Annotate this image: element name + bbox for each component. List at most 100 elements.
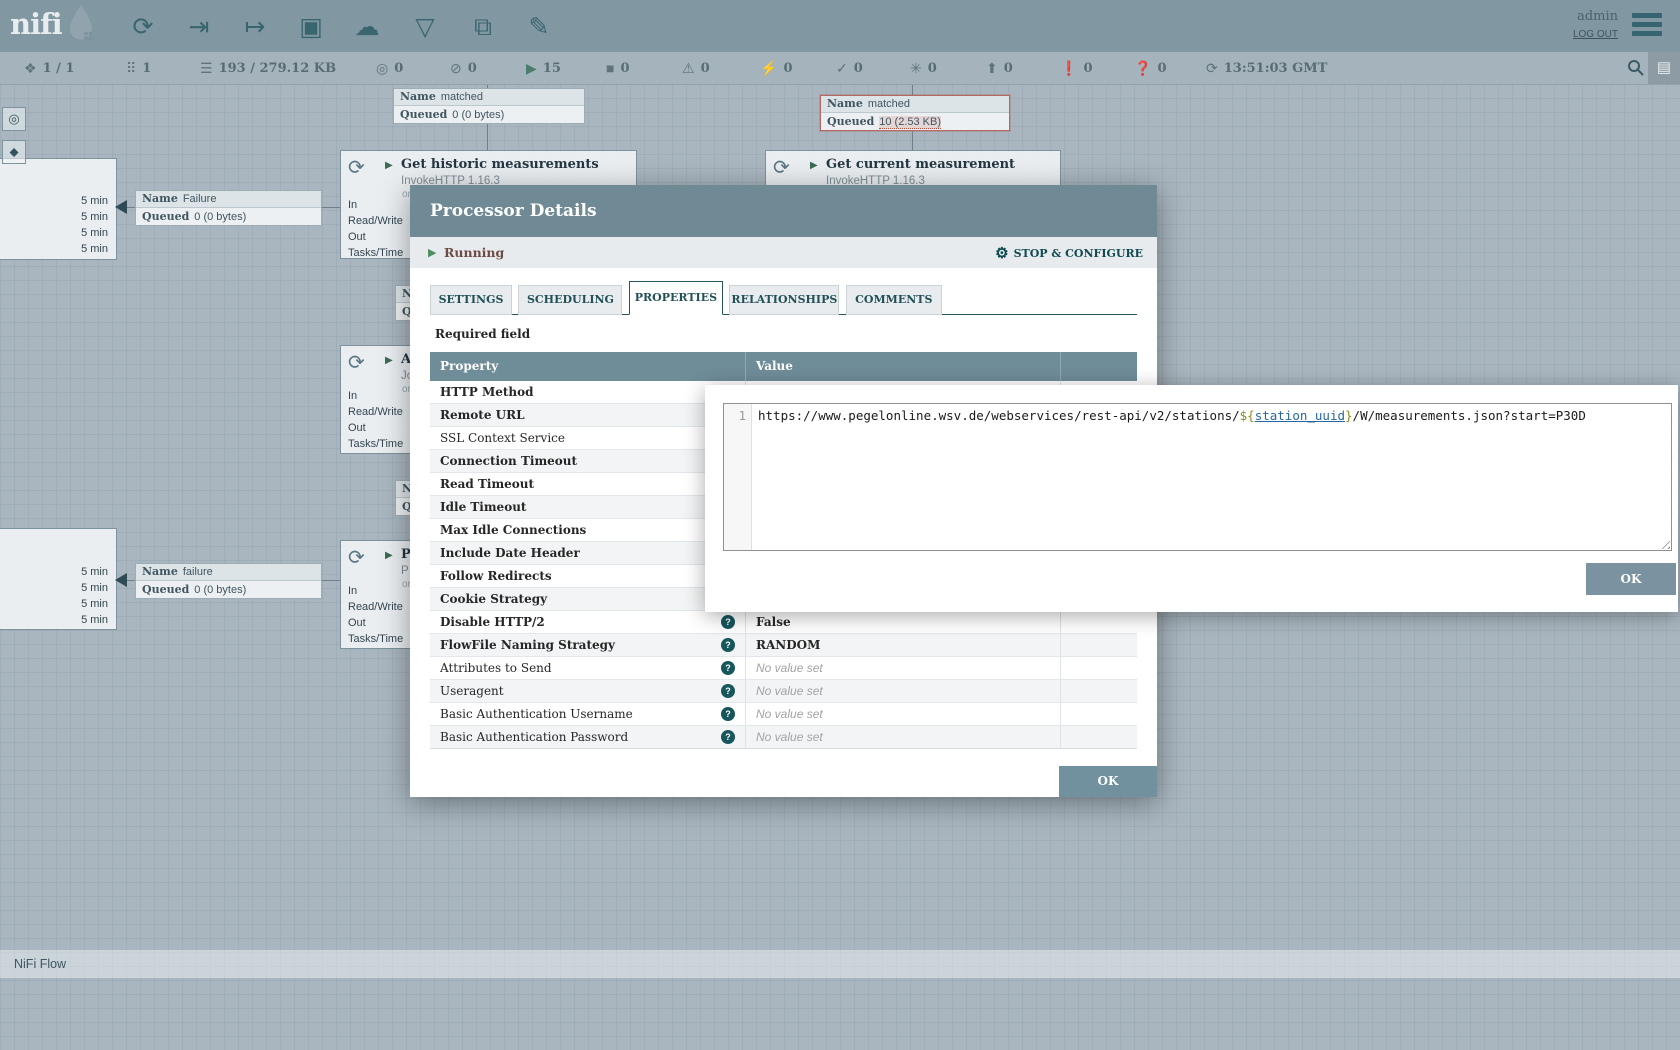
- table-row[interactable]: Attributes to Send? No value set: [430, 657, 1137, 680]
- connection-queued-row: Queued0 (0 bytes): [394, 106, 584, 123]
- cluster-icon: ❖: [24, 60, 37, 77]
- table-row[interactable]: Disable HTTP/2? False: [430, 611, 1137, 634]
- running-icon: ▶: [526, 60, 537, 77]
- connection-queued-row: Queued0 (0 bytes): [136, 581, 321, 598]
- property-name: Basic Authentication Password: [440, 730, 628, 744]
- connection-name-value: matched: [441, 91, 483, 103]
- output-port-tool-icon[interactable]: ↦: [238, 10, 272, 44]
- running-indicator-icon: ▶: [810, 160, 818, 171]
- tab-settings[interactable]: SETTINGS: [430, 285, 512, 315]
- property-value-cell[interactable]: No value set: [745, 680, 1060, 702]
- el-variable-token: station_uuid: [1255, 408, 1345, 423]
- processor-offscreen-bottom[interactable]: 5 min 5 min 5 min 5 min: [0, 528, 117, 630]
- help-icon[interactable]: ?: [721, 638, 735, 652]
- property-name: Attributes to Send: [440, 661, 552, 675]
- processor-tool-icon[interactable]: ⟳: [126, 10, 160, 44]
- property-value: False: [756, 615, 791, 629]
- tab-relationships[interactable]: RELATIONSHIPS: [729, 285, 839, 315]
- search-icon[interactable]: [1627, 59, 1644, 76]
- row-actions-cell: [1060, 657, 1137, 679]
- processor-stat: 5 min: [81, 243, 108, 255]
- processor-offscreen-top[interactable]: 5 min 5 min 5 min 5 min: [0, 158, 117, 260]
- dialog-tabs: SETTINGS SCHEDULING PROPERTIES RELATIONS…: [430, 281, 1137, 315]
- processor-stat: Tasks/Time: [348, 247, 403, 259]
- editor-code-line[interactable]: https://www.pegelonline.wsv.de/webservic…: [758, 408, 1657, 423]
- connection-queued-value: 0 (0 bytes): [194, 211, 246, 223]
- property-value-cell[interactable]: No value set: [745, 703, 1060, 725]
- property-name: Basic Authentication Username: [440, 707, 633, 721]
- breadcrumb[interactable]: NiFi Flow: [14, 950, 66, 978]
- property-name: Remote URL: [440, 408, 525, 422]
- table-row[interactable]: Useragent? No value set: [430, 680, 1137, 703]
- remote-process-group-tool-icon[interactable]: ☁: [350, 10, 384, 44]
- connection-queued-value: 0 (0 bytes): [194, 584, 246, 596]
- process-group-tool-icon[interactable]: ▣: [294, 10, 328, 44]
- template-tool-icon[interactable]: ⧉: [466, 10, 500, 44]
- property-value-cell[interactable]: No value set: [745, 657, 1060, 679]
- property-value-cell[interactable]: False: [745, 611, 1060, 633]
- tab-scheduling[interactable]: SCHEDULING: [518, 285, 622, 315]
- property-value-cell[interactable]: No value set: [745, 726, 1060, 748]
- connection-queued-row: Queued10 (2.53 KB): [821, 113, 1009, 130]
- connection-label-failure-bottom[interactable]: Namefailure Queued0 (0 bytes): [135, 563, 322, 599]
- running-indicator-icon: ▶: [385, 355, 393, 366]
- global-menu-icon[interactable]: [1632, 13, 1662, 39]
- processor-stat: 5 min: [81, 195, 108, 207]
- editor-line-number: 1: [724, 404, 752, 550]
- breadcrumb-bar: NiFi Flow: [0, 950, 1680, 978]
- property-value: No value set: [756, 730, 823, 744]
- help-icon[interactable]: ?: [721, 707, 735, 721]
- editor-resize-handle[interactable]: [1658, 537, 1670, 549]
- table-row[interactable]: FlowFile Naming Strategy? RANDOM: [430, 634, 1137, 657]
- refresh-icon[interactable]: ⟳: [1206, 60, 1218, 77]
- help-icon[interactable]: ?: [721, 684, 735, 698]
- tab-properties[interactable]: PROPERTIES: [629, 281, 723, 315]
- canvas-edge-button-control[interactable]: ◎: [2, 107, 26, 131]
- connection-queued-value: 10 (2.53 KB): [879, 116, 941, 129]
- url-text: https://www.pegelonline.wsv.de/webservic…: [758, 408, 1240, 423]
- input-port-tool-icon[interactable]: ⇥: [182, 10, 216, 44]
- property-name: Read Timeout: [440, 477, 534, 491]
- label-tool-icon[interactable]: ✎: [522, 10, 556, 44]
- active-threads-icon: ⠿: [126, 60, 136, 77]
- dialog-status-row: ▶ Running ⚙ STOP & CONFIGURE: [410, 237, 1157, 268]
- value-editor[interactable]: 1 https://www.pegelonline.wsv.de/webserv…: [723, 403, 1672, 551]
- processor-stat: Out: [348, 617, 366, 629]
- dialog-ok-button[interactable]: OK: [1059, 766, 1157, 797]
- help-icon[interactable]: ?: [721, 730, 735, 744]
- funnel-tool-icon[interactable]: ▽: [408, 10, 442, 44]
- stop-and-configure-button[interactable]: ⚙ STOP & CONFIGURE: [995, 244, 1143, 262]
- help-icon[interactable]: ?: [721, 615, 735, 629]
- row-actions-cell: [1060, 611, 1137, 633]
- active-threads-count: 1: [142, 61, 151, 76]
- processor-stat: Tasks/Time: [348, 633, 403, 645]
- property-value-cell[interactable]: RANDOM: [745, 634, 1060, 656]
- stopped-count: 0: [620, 61, 629, 76]
- panel-toggle-icon[interactable]: ▤: [1648, 52, 1680, 84]
- property-name: Follow Redirects: [440, 569, 552, 583]
- property-name: Include Date Header: [440, 546, 580, 560]
- editor-ok-button[interactable]: OK: [1586, 563, 1676, 595]
- tab-comments[interactable]: COMMENTS: [846, 285, 942, 315]
- connection-label-matched[interactable]: Namematched Queued0 (0 bytes): [393, 88, 585, 124]
- processor-stat: Read/Write: [348, 406, 403, 418]
- el-close-token: }: [1345, 408, 1353, 423]
- property-name: HTTP Method: [440, 385, 534, 399]
- property-value: No value set: [756, 707, 823, 721]
- property-name: SSL Context Service: [440, 431, 565, 445]
- connection-label-failure[interactable]: NameFailure Queued0 (0 bytes): [135, 190, 322, 226]
- logout-link[interactable]: LOG OUT: [1573, 29, 1618, 40]
- processor-type-icon: ⟳: [348, 350, 365, 375]
- connection-label-matched-alert[interactable]: Namematched Queued10 (2.53 KB): [820, 95, 1010, 131]
- locally-modified-stale-count: 0: [1083, 61, 1092, 76]
- processor-stat: In: [348, 390, 357, 402]
- table-row[interactable]: Basic Authentication Username? No value …: [430, 703, 1137, 726]
- processor-title: Get historic measurements: [401, 157, 599, 172]
- processor-stat: 5 min: [81, 227, 108, 239]
- transmitting-icon: ◎: [376, 60, 388, 77]
- canvas-edge-button-tag[interactable]: ⬥: [2, 140, 26, 164]
- table-row[interactable]: Basic Authentication Password? No value …: [430, 726, 1137, 749]
- run-status-icon: ▶: [428, 246, 436, 259]
- row-actions-cell: [1060, 680, 1137, 702]
- help-icon[interactable]: ?: [721, 661, 735, 675]
